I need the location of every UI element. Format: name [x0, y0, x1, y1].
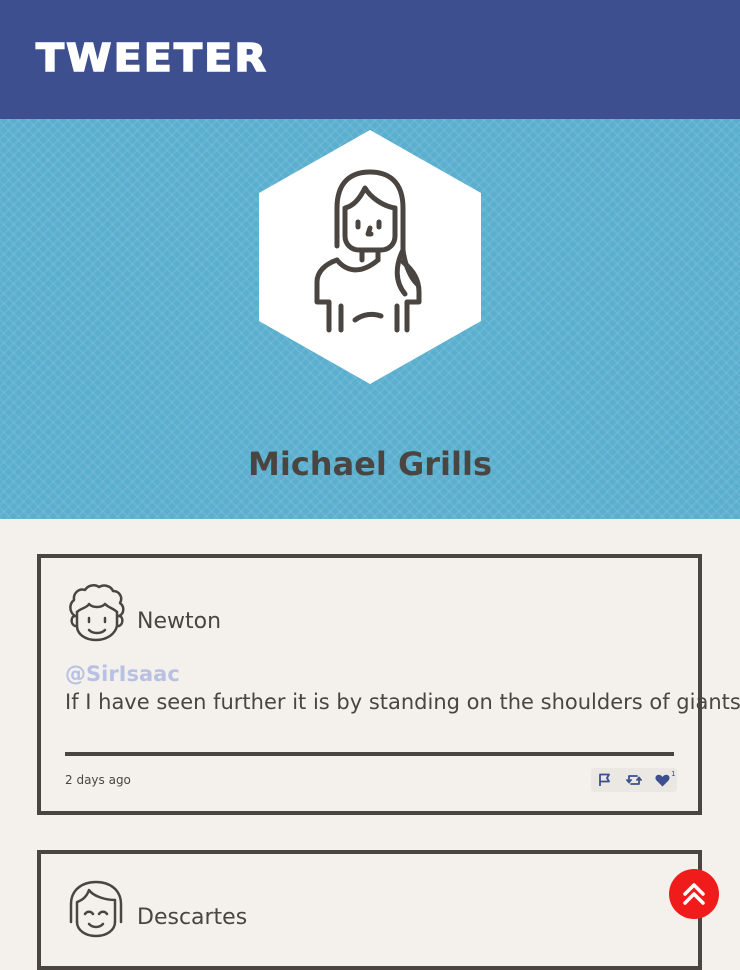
retweet-icon — [626, 775, 642, 785]
author-name: Descartes — [137, 905, 248, 930]
author-avatar — [65, 582, 127, 644]
profile-avatar — [259, 130, 481, 384]
flag-icon — [599, 773, 611, 786]
like-button[interactable]: 1 — [652, 770, 676, 790]
author-avatar — [65, 878, 127, 940]
navbar: TWEETER — [0, 0, 740, 119]
flag-button[interactable] — [594, 770, 616, 790]
profile-banner: Michael Grills — [0, 119, 740, 519]
double-chevron-up-icon — [683, 883, 705, 905]
like-count: 1 — [671, 770, 676, 778]
tweet-divider — [65, 752, 674, 756]
tweet-text: If I have seen further it is by standing… — [65, 690, 740, 714]
profile-name: Michael Grills — [248, 445, 492, 483]
heart-icon — [655, 774, 670, 786]
scroll-to-top-button[interactable] — [669, 869, 719, 919]
curly-hair-face-icon — [69, 584, 125, 642]
author-handle[interactable]: @SirIsaac — [65, 661, 180, 687]
tweet-actions: 1 — [591, 768, 677, 792]
logo[interactable]: TWEETER — [35, 35, 268, 81]
author-name: Newton — [137, 609, 222, 634]
tweet-card: Newton @SirIsaac If I have seen further … — [37, 554, 740, 815]
bob-hair-face-icon — [69, 880, 123, 938]
tweet-time: 2 days ago — [65, 773, 131, 787]
tweet-card: Descartes — [37, 850, 702, 970]
retweet-button[interactable] — [623, 770, 645, 790]
